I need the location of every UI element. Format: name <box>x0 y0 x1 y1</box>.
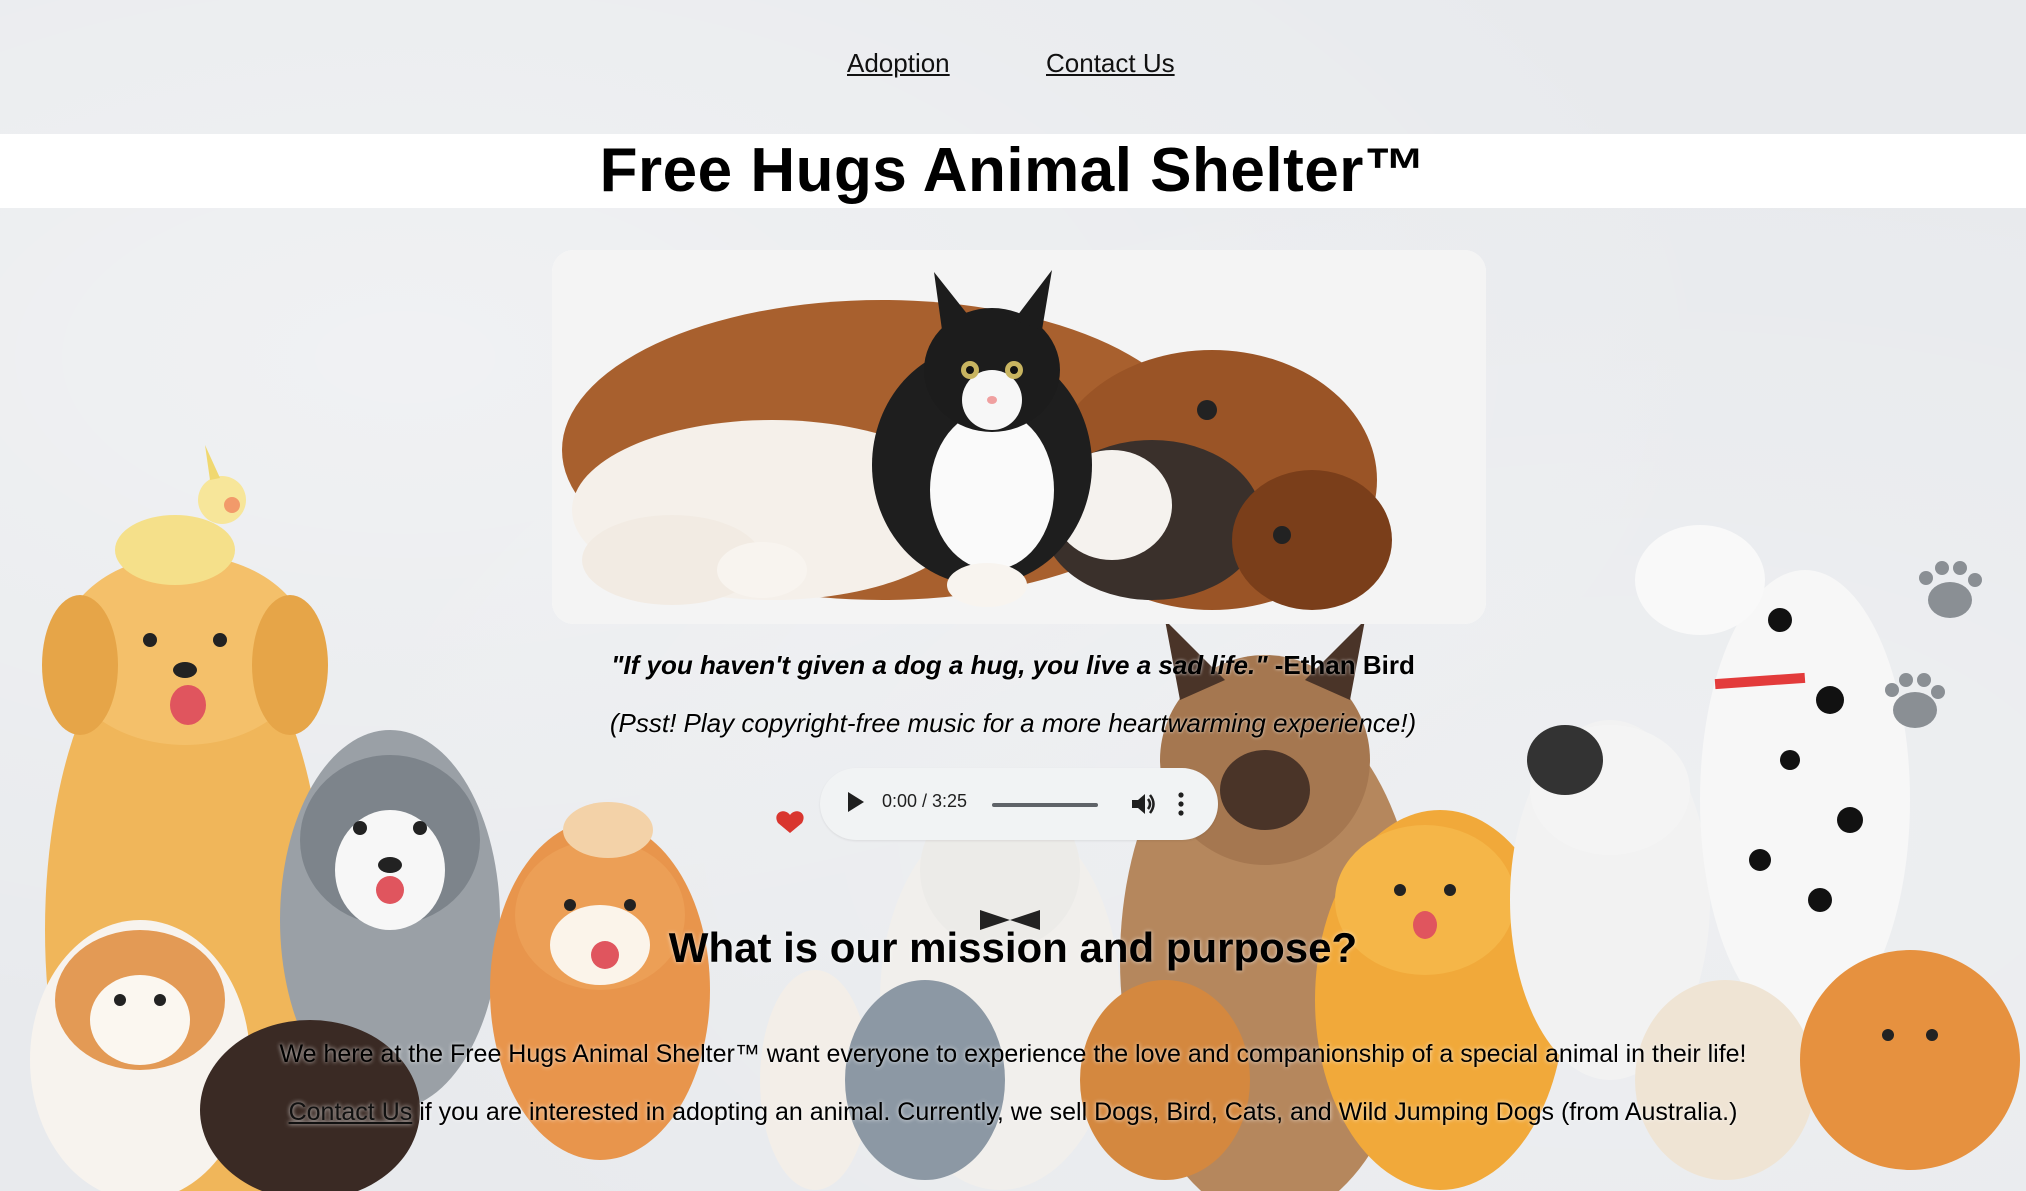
quote: "If you haven't given a dog a hug, you l… <box>0 650 2026 681</box>
quote-text: "If you haven't given a dog a hug, you l… <box>611 650 1268 680</box>
contact-us-link[interactable]: Contact Us <box>289 1098 413 1126</box>
mission-paragraph: We here at the Free Hugs Animal Shelter™… <box>279 1040 1747 1068</box>
dog-and-cat-photo <box>552 250 1486 624</box>
nav-link-adoption[interactable]: Adoption <box>847 48 950 79</box>
audio-progress-slider[interactable] <box>992 803 1098 807</box>
title-bar: Free Hugs Animal Shelter™ <box>0 134 2026 208</box>
music-hint: (Psst! Play copyright-free music for a m… <box>609 708 1417 738</box>
beagle-illustration <box>1080 980 1250 1180</box>
audio-time: 0:00 / 3:25 <box>882 791 968 811</box>
cockatiel-illustration <box>115 445 246 585</box>
paw-print-icon <box>1919 561 1982 618</box>
grey-cat-illustration <box>845 980 1005 1180</box>
top-navigation: Adoption Contact Us <box>0 0 2026 134</box>
audio-player[interactable]: 0:00 / 3:25 <box>820 768 1218 840</box>
mission-heading: What is our mission and purpose? <box>668 924 1358 971</box>
pug-illustration <box>1635 980 1815 1180</box>
heart-icon <box>776 811 804 833</box>
hero-image <box>552 250 1486 624</box>
volume-icon[interactable] <box>1130 790 1156 818</box>
more-vert-icon[interactable] <box>1178 790 1184 818</box>
page-title: Free Hugs Animal Shelter™ <box>599 136 1427 205</box>
nav-link-contact-us[interactable]: Contact Us <box>1046 48 1175 79</box>
mission-contact-paragraph: Contact Us if you are interested in adop… <box>0 1098 2026 1127</box>
mission-contact-text: if you are interested in adopting an ani… <box>412 1098 1738 1126</box>
play-icon[interactable] <box>848 792 864 812</box>
quote-author: -Ethan Bird <box>1267 650 1415 680</box>
